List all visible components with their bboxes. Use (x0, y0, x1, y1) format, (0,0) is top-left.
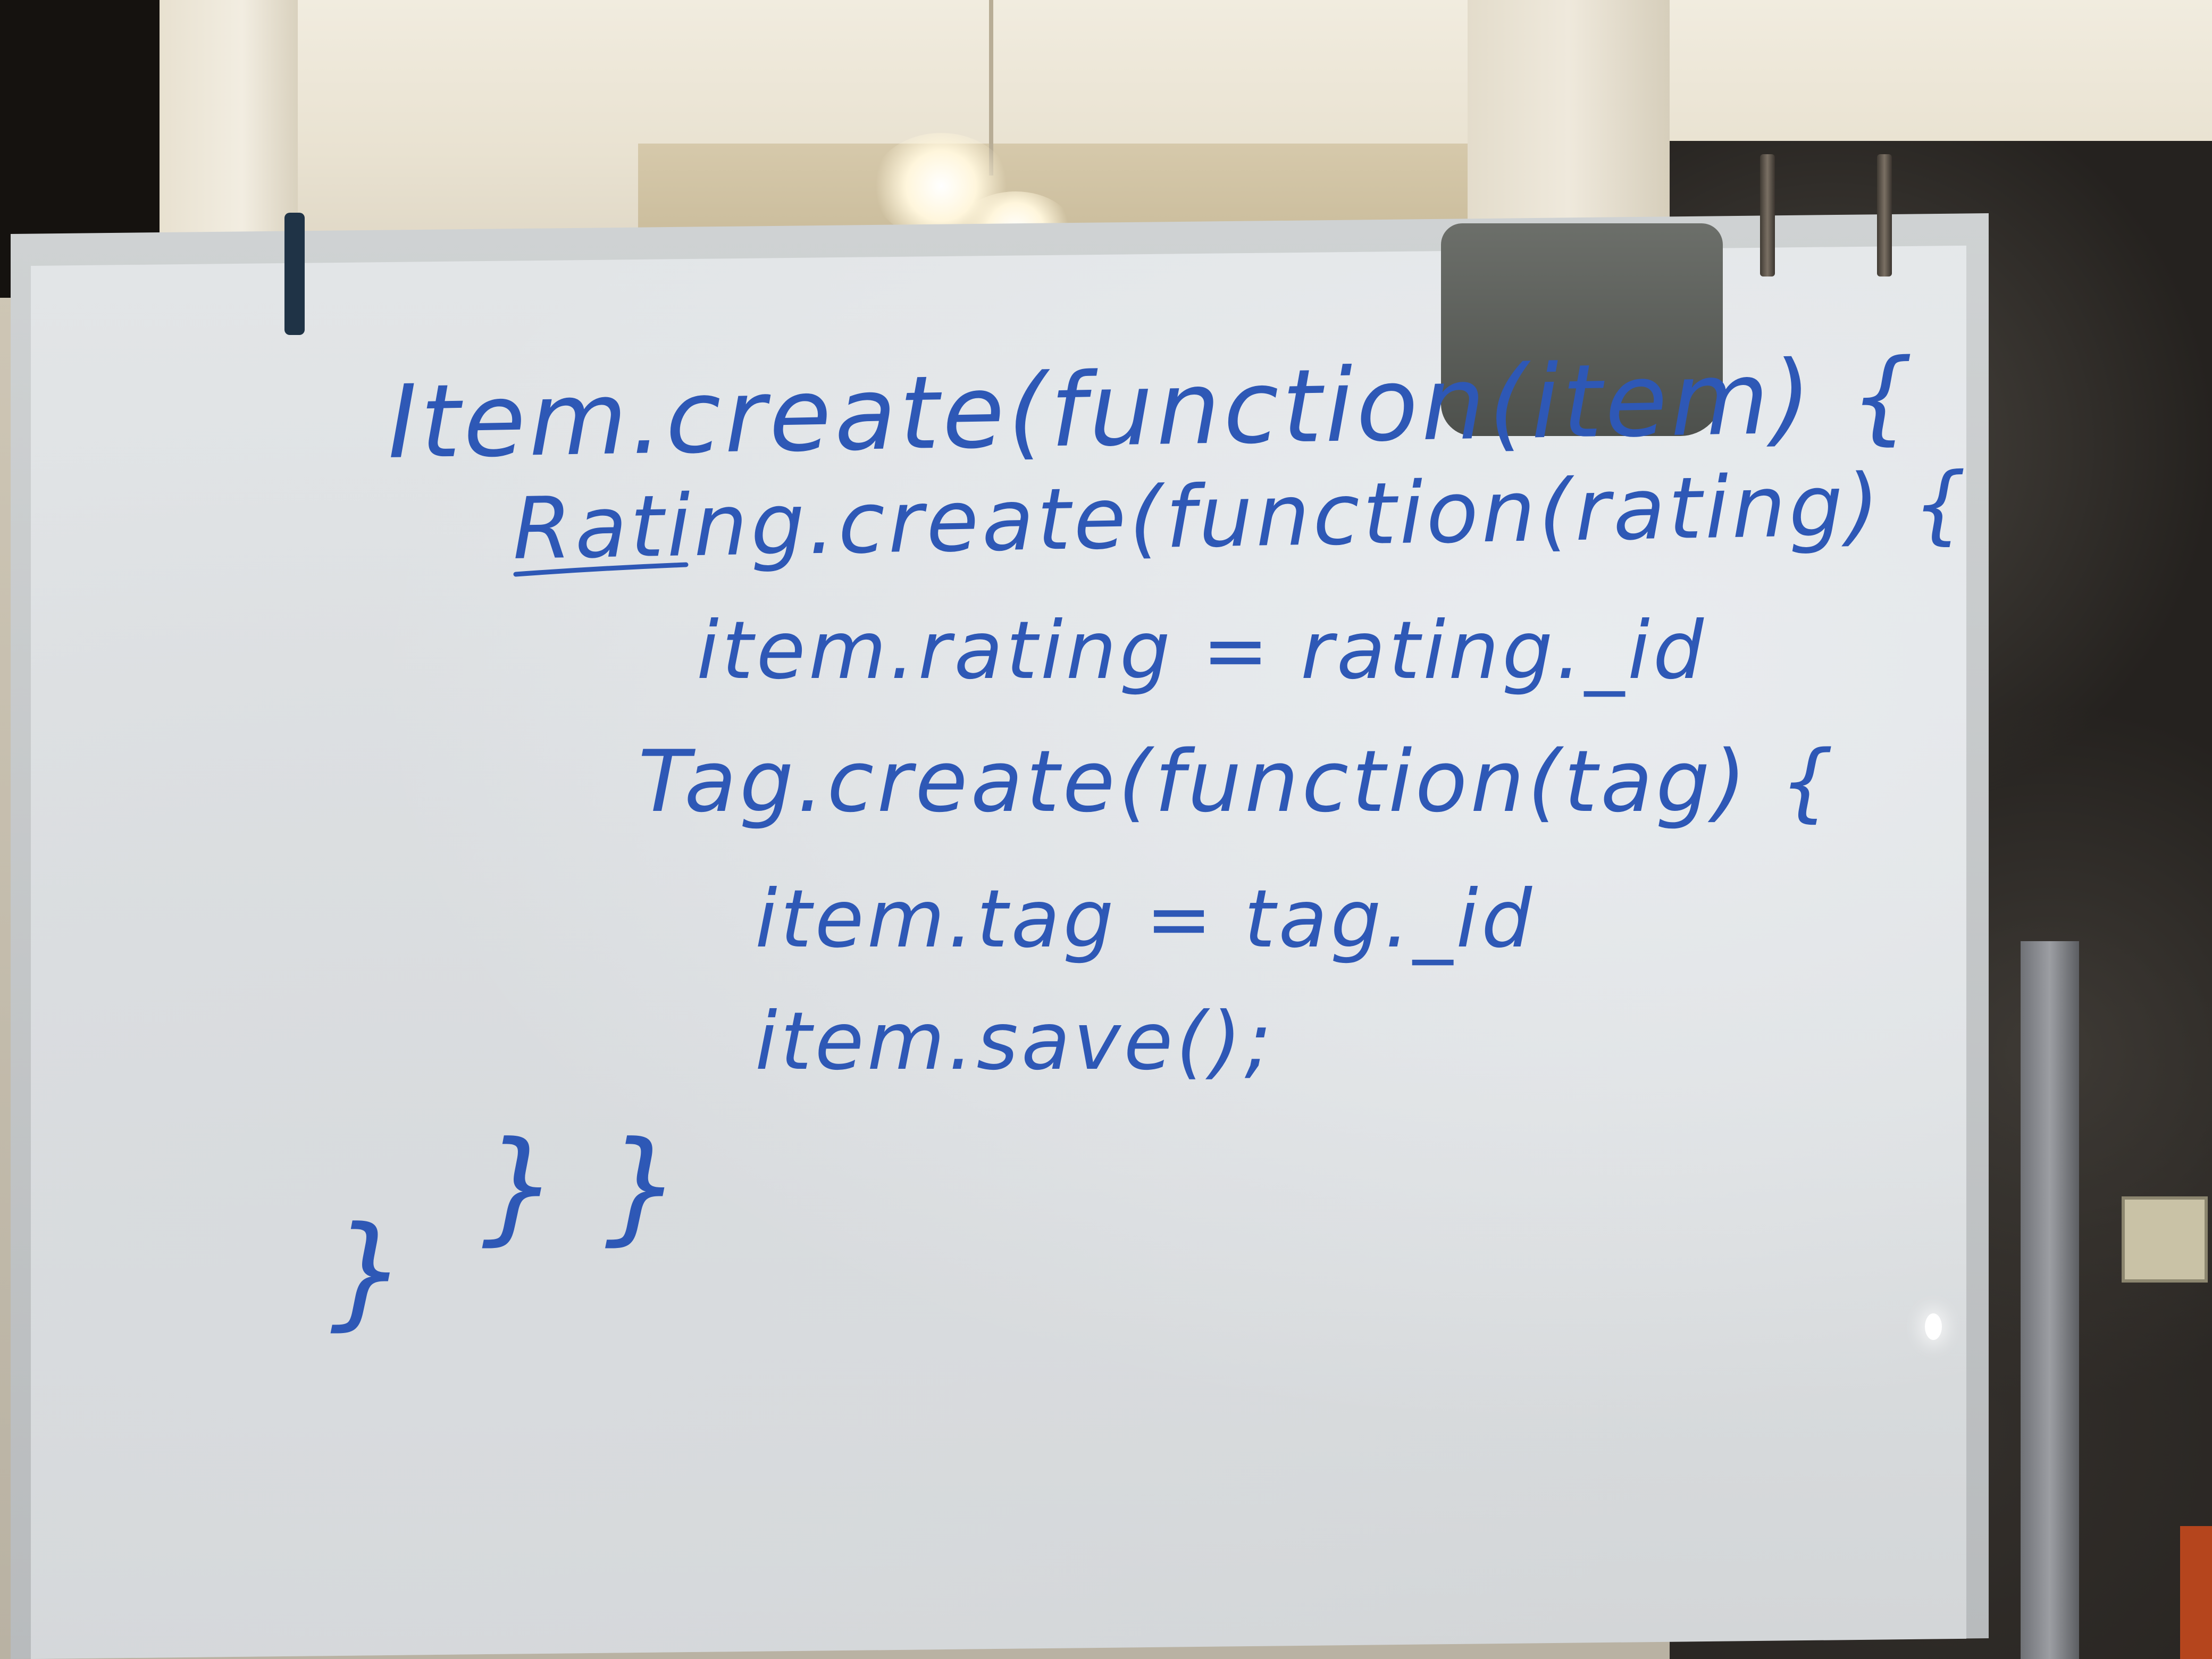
photo-scene: Item.create(function(item) { Rating.crea… (0, 0, 2212, 1659)
handwritten-code: Item.create(function(item) { Rating.crea… (330, 337, 1971, 1343)
code-line-8: } (330, 1201, 410, 1343)
code-line-3: item.rating = rating._id (697, 605, 1707, 697)
code-line-5: item.tag = tag._id (755, 873, 1535, 966)
code-line-4: Tag.create(function(tag) { (638, 732, 1837, 831)
code-line-7: } } (481, 1116, 685, 1258)
code-line-6: item.save(); (755, 995, 1275, 1088)
